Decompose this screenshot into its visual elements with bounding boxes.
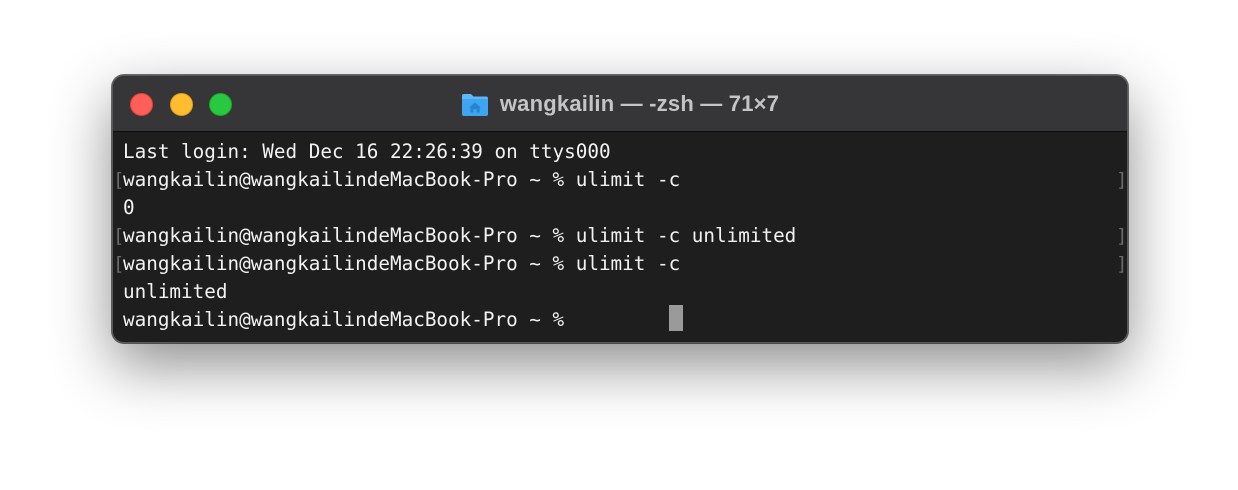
terminal-line: 0 — [123, 196, 135, 219]
terminal-line: Last login: Wed Dec 16 22:26:39 on ttys0… — [123, 140, 611, 163]
line-mark-right: ] — [1116, 169, 1128, 191]
terminal-line: wangkailin@wangkailindeMacBook-Pro ~ % u… — [123, 168, 681, 191]
terminal-window[interactable]: wangkailin — -zsh — 71×7 Last login: Wed… — [112, 75, 1128, 343]
terminal-line: wangkailin@wangkailindeMacBook-Pro ~ % u… — [123, 224, 797, 247]
text-cursor — [669, 305, 683, 331]
terminal-line: wangkailin@wangkailindeMacBook-Pro ~ % u… — [123, 252, 681, 275]
line-mark-right: ] — [1116, 253, 1128, 275]
home-folder-icon — [461, 91, 489, 117]
window-title: wangkailin — -zsh — 71×7 — [499, 91, 780, 116]
window-title-group: wangkailin — -zsh — 71×7 — [113, 76, 1127, 132]
terminal-line: unlimited — [123, 280, 228, 303]
line-mark-right: ] — [1116, 225, 1128, 247]
terminal-prompt-line[interactable]: wangkailin@wangkailindeMacBook-Pro ~ % — [123, 306, 576, 334]
terminal-content[interactable]: Last login: Wed Dec 16 22:26:39 on ttys0… — [113, 132, 1127, 342]
title-bar[interactable]: wangkailin — -zsh — 71×7 — [113, 76, 1127, 132]
